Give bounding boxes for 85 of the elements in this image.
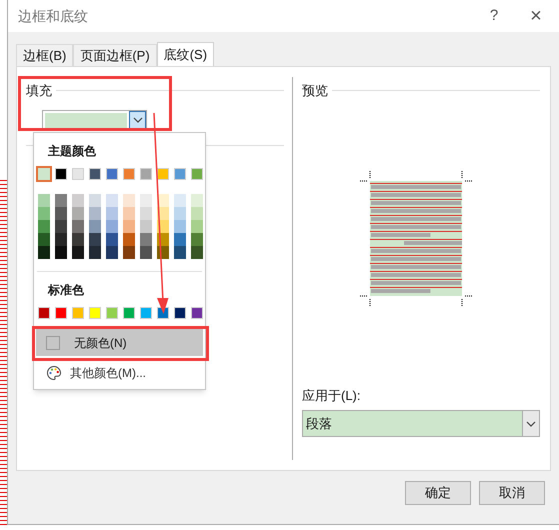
no-color-item[interactable]: 无颜色(N) (36, 329, 203, 356)
color-swatch[interactable] (174, 220, 186, 233)
preview-label: 预览 (302, 82, 328, 100)
color-swatch[interactable] (191, 233, 203, 246)
color-swatch[interactable] (140, 207, 152, 220)
color-swatch[interactable] (55, 207, 67, 220)
fill-color-dropdown[interactable] (42, 110, 147, 130)
color-swatch[interactable] (174, 246, 186, 259)
color-swatch[interactable] (72, 233, 84, 246)
close-button[interactable]: × (521, 1, 551, 31)
color-swatch[interactable] (89, 194, 101, 207)
color-swatch[interactable] (106, 220, 118, 233)
color-swatch[interactable] (191, 168, 203, 180)
color-swatch[interactable] (55, 168, 67, 180)
color-swatch[interactable] (140, 168, 152, 180)
color-swatch[interactable] (191, 207, 203, 220)
color-swatch[interactable] (140, 194, 152, 207)
color-swatch[interactable] (55, 233, 67, 246)
color-swatch[interactable] (174, 233, 186, 246)
color-swatch[interactable] (174, 168, 186, 180)
more-colors-item[interactable]: 其他颜色(M)... (36, 361, 203, 385)
color-swatch[interactable] (157, 168, 169, 180)
color-swatch[interactable] (38, 307, 50, 319)
empty-swatch-icon (46, 336, 60, 350)
tab[interactable]: 底纹(S) (156, 42, 214, 66)
color-swatch[interactable] (123, 233, 135, 246)
color-swatch[interactable] (123, 207, 135, 220)
fill-label: 填充 (26, 82, 52, 100)
color-swatch[interactable] (72, 168, 84, 180)
color-swatch[interactable] (157, 194, 169, 207)
color-swatch[interactable] (72, 246, 84, 259)
color-swatch[interactable] (38, 168, 50, 180)
color-swatch[interactable] (140, 246, 152, 259)
standard-colors-heading: 标准色 (48, 282, 85, 299)
color-swatch[interactable] (38, 207, 50, 220)
theme-colors-heading: 主题颜色 (48, 143, 97, 160)
color-swatch[interactable] (106, 194, 118, 207)
color-swatch[interactable] (174, 207, 186, 220)
chevron-down-icon (132, 117, 142, 123)
color-swatch[interactable] (89, 168, 101, 180)
color-swatch[interactable] (72, 207, 84, 220)
color-swatch[interactable] (38, 194, 50, 207)
color-swatch[interactable] (174, 194, 186, 207)
color-swatch[interactable] (106, 233, 118, 246)
color-swatch[interactable] (38, 246, 50, 259)
apply-to-select[interactable]: 段落 (302, 410, 540, 437)
color-swatch[interactable] (72, 220, 84, 233)
color-swatch[interactable] (106, 168, 118, 180)
color-swatch[interactable] (106, 307, 118, 319)
color-swatch[interactable] (106, 207, 118, 220)
dialog-button[interactable]: 确定 (405, 481, 471, 505)
dialog-button[interactable]: 取消 (479, 481, 545, 505)
color-swatch[interactable] (38, 233, 50, 246)
color-swatch[interactable] (123, 168, 135, 180)
color-swatch[interactable] (191, 220, 203, 233)
color-swatch[interactable] (191, 307, 203, 319)
color-swatch[interactable] (106, 246, 118, 259)
color-swatch[interactable] (55, 246, 67, 259)
color-swatch[interactable] (55, 194, 67, 207)
color-swatch[interactable] (123, 307, 135, 319)
palette-icon (46, 365, 62, 381)
color-swatch[interactable] (174, 307, 186, 319)
color-swatch[interactable] (191, 194, 203, 207)
color-swatch[interactable] (123, 194, 135, 207)
window-title: 边框和底纹 (18, 6, 89, 26)
color-swatch[interactable] (89, 233, 101, 246)
color-swatch[interactable] (123, 220, 135, 233)
dropdown-toggle[interactable] (129, 110, 146, 130)
color-swatch[interactable] (72, 307, 84, 319)
color-swatch[interactable] (72, 194, 84, 207)
color-swatch[interactable] (89, 220, 101, 233)
color-swatch[interactable] (89, 207, 101, 220)
apply-to-label: 应用于(L): (302, 386, 362, 405)
color-swatch[interactable] (140, 233, 152, 246)
chevron-down-icon (526, 420, 536, 426)
color-swatch[interactable] (123, 246, 135, 259)
color-swatch[interactable] (140, 220, 152, 233)
help-button[interactable]: ? (479, 4, 509, 28)
color-swatch[interactable] (89, 307, 101, 319)
color-swatch[interactable] (89, 246, 101, 259)
color-swatch[interactable] (38, 220, 50, 233)
color-swatch[interactable] (55, 307, 67, 319)
color-swatch[interactable] (140, 307, 152, 319)
color-swatch[interactable] (191, 246, 203, 259)
color-swatch[interactable] (55, 220, 67, 233)
